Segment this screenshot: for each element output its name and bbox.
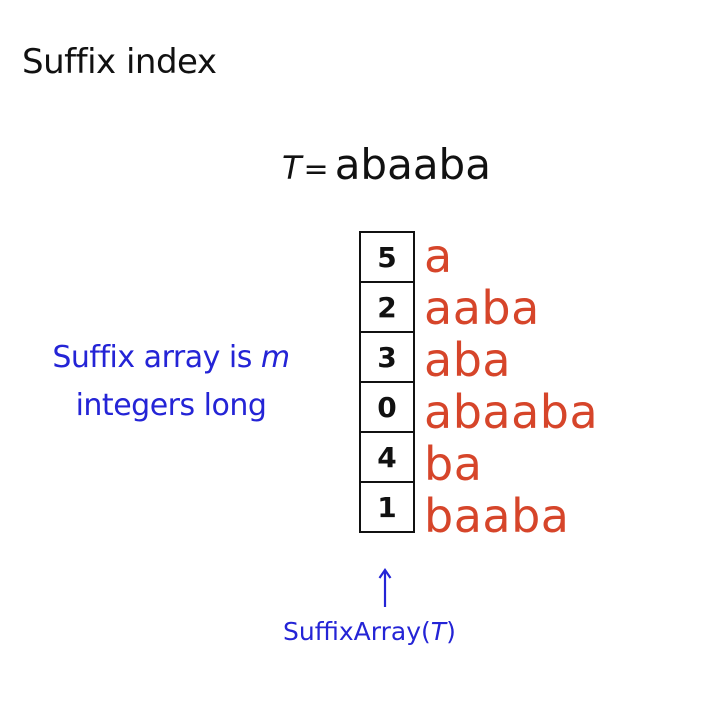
equals-sign: = (303, 152, 329, 187)
suffix-label: a (424, 229, 453, 283)
suffix-array-cell: 1 (361, 483, 413, 533)
suffix-array-caption: Suffix array is m integers long (36, 334, 306, 430)
text-variable: T (282, 149, 302, 187)
suffix-array-cell: 3 (361, 333, 413, 383)
caption-line-2: integers long (75, 388, 267, 423)
suffix-array-label-variable: T (430, 617, 447, 646)
suffix-label: ba (424, 437, 483, 491)
suffix-array-cell: 0 (361, 383, 413, 433)
suffix-label: abaaba (424, 385, 599, 439)
sorted-suffixes: a aaba aba abaaba ba baaba (424, 230, 598, 542)
suffix-array-label: SuffixArray(T) (283, 617, 456, 646)
suffix-label: aba (424, 333, 512, 387)
slide-title: Suffix index (22, 42, 217, 82)
caption-variable: m (260, 340, 290, 375)
caption-line-1: Suffix array is m (52, 340, 290, 375)
text-value: abaaba (334, 140, 491, 189)
up-arrow-icon (378, 568, 392, 607)
suffix-label: baaba (424, 489, 570, 543)
suffix-array-cell: 4 (361, 433, 413, 483)
suffix-array-cell: 5 (361, 233, 413, 283)
suffix-array-box: 5 2 3 0 4 1 (359, 231, 415, 533)
suffix-array-cell: 2 (361, 283, 413, 333)
suffix-label: aaba (424, 281, 540, 335)
text-definition: T= abaaba (282, 140, 491, 189)
